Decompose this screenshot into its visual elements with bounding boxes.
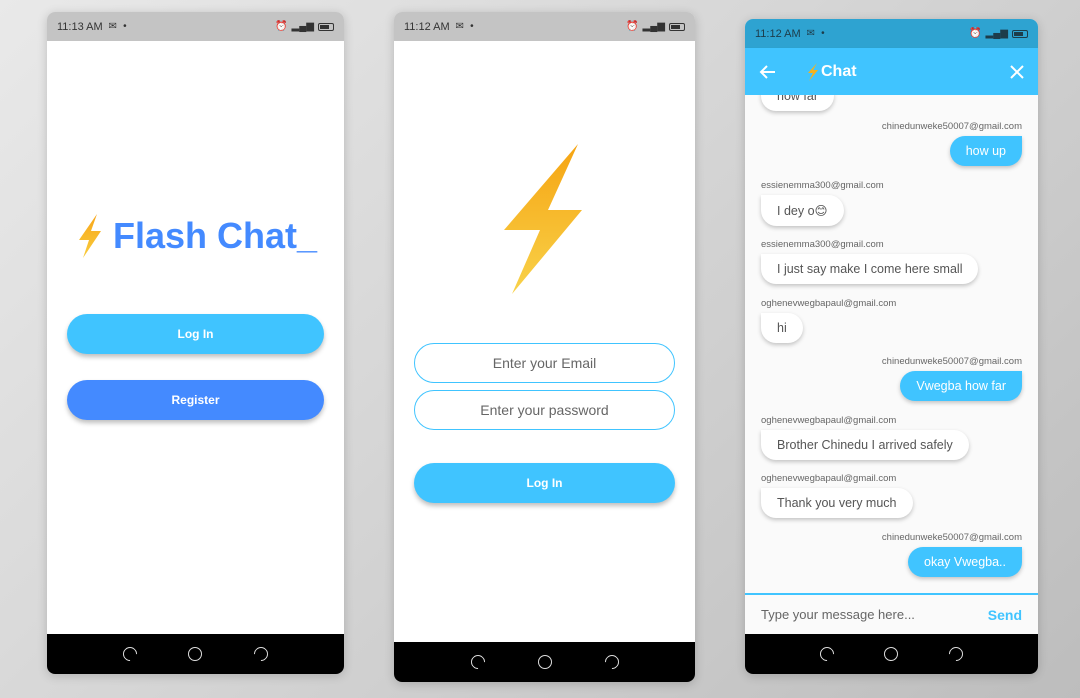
lightning-bolt-icon <box>808 62 818 81</box>
status-time: 11:12 AM <box>404 20 450 33</box>
status-time: 11:13 AM <box>57 20 103 33</box>
message-item: how far <box>761 95 834 111</box>
battery-icon <box>669 22 685 31</box>
welcome-screen: 11:13 AM ✉ • ⏰ ▂▄▆ Flash Chat_ Log In Re… <box>47 12 344 674</box>
status-bar: 11:12 AM ✉ • ⏰ ▂▄▆ <box>745 19 1038 48</box>
signal-icon: ▂▄▆ <box>642 21 665 32</box>
message-bubble: how far <box>761 95 834 111</box>
message-sender: chinedunweke50007@gmail.com <box>881 121 1022 132</box>
system-nav-bar <box>47 634 344 674</box>
app-title: Flash Chat_ <box>113 215 318 256</box>
message-sender: oghenevwegbapaul@gmail.com <box>761 415 897 426</box>
recent-apps-icon[interactable] <box>467 652 488 672</box>
message-composer: Type your message here... Send <box>745 593 1038 634</box>
notification-dot-icon: • <box>123 21 127 32</box>
mail-icon: ✉ <box>806 28 816 39</box>
message-item: chinedunweke50007@gmail.com how up <box>882 121 1022 166</box>
message-bubble: okay Vwegba.. <box>908 547 1022 577</box>
register-button[interactable]: Register <box>67 380 324 420</box>
message-bubble: Brother Chinedu I arrived safely <box>761 430 969 460</box>
message-item: oghenevwegbapaul@gmail.com Thank you ver… <box>761 473 913 518</box>
mail-icon: ✉ <box>108 21 118 32</box>
back-nav-icon[interactable] <box>251 644 272 664</box>
battery-icon <box>318 22 334 31</box>
message-bubble: hi <box>761 313 803 343</box>
message-sender: essienemma300@gmail.com <box>761 180 884 191</box>
status-bar: 11:12 AM ✉ • ⏰ ▂▄▆ <box>394 12 695 41</box>
message-item: chinedunweke50007@gmail.com Vwegba how f… <box>882 356 1022 401</box>
battery-icon <box>1012 29 1028 38</box>
message-list[interactable]: how far chinedunweke50007@gmail.com how … <box>745 95 1038 593</box>
back-nav-icon[interactable] <box>945 644 966 664</box>
password-field[interactable]: Enter your password <box>414 390 675 430</box>
message-sender: chinedunweke50007@gmail.com <box>881 356 1022 367</box>
status-bar: 11:13 AM ✉ • ⏰ ▂▄▆ <box>47 12 344 41</box>
chat-screen: 11:12 AM ✉ • ⏰ ▂▄▆ Chat how far chinedun… <box>745 19 1038 674</box>
message-bubble: Thank you very much <box>761 488 913 518</box>
app-bar: Chat <box>745 48 1038 95</box>
mail-icon: ✉ <box>455 21 465 32</box>
message-sender: chinedunweke50007@gmail.com <box>881 532 1022 543</box>
message-sender: oghenevwegbapaul@gmail.com <box>761 473 897 484</box>
message-bubble: I dey o😊 <box>761 195 844 226</box>
status-time: 11:12 AM <box>755 27 801 40</box>
message-item: chinedunweke50007@gmail.com okay Vwegba.… <box>882 532 1022 577</box>
message-item: essienemma300@gmail.com I just say make … <box>761 239 979 284</box>
home-icon[interactable] <box>188 647 203 661</box>
alarm-icon: ⏰ <box>969 28 982 39</box>
login-screen: 11:12 AM ✉ • ⏰ ▂▄▆ Enter your Email Ente… <box>394 12 695 682</box>
message-item: oghenevwegbapaul@gmail.com hi <box>761 298 896 343</box>
back-nav-icon[interactable] <box>601 652 622 672</box>
message-sender: oghenevwegbapaul@gmail.com <box>761 298 897 309</box>
message-bubble: Vwegba how far <box>900 371 1022 401</box>
message-bubble: I just say make I come here small <box>761 254 979 284</box>
home-icon[interactable] <box>884 647 899 661</box>
system-nav-bar <box>745 634 1038 674</box>
chat-title: Chat <box>807 62 857 81</box>
notification-dot-icon: • <box>470 21 474 32</box>
home-icon[interactable] <box>537 655 552 669</box>
system-nav-bar <box>394 642 695 682</box>
recent-apps-icon[interactable] <box>119 644 140 664</box>
message-item: oghenevwegbapaul@gmail.com Brother Chine… <box>761 415 969 460</box>
recent-apps-icon[interactable] <box>817 644 838 664</box>
chat-title-text: Chat <box>821 62 857 80</box>
alarm-icon: ⏰ <box>275 21 288 32</box>
message-sender: essienemma300@gmail.com <box>761 239 884 250</box>
login-button[interactable]: Log In <box>67 314 324 354</box>
message-item: essienemma300@gmail.com I dey o😊 <box>761 180 884 226</box>
login-button[interactable]: Log In <box>414 463 675 503</box>
lightning-bolt-icon <box>504 144 582 294</box>
signal-icon: ▂▄▆ <box>291 21 314 32</box>
app-logo-title: Flash Chat_ <box>77 214 317 258</box>
signal-icon: ▂▄▆ <box>985 28 1008 39</box>
send-button[interactable]: Send <box>988 607 1022 623</box>
notification-dot-icon: • <box>821 28 825 39</box>
lightning-bolt-icon <box>79 214 101 258</box>
alarm-icon: ⏰ <box>626 21 639 32</box>
back-arrow-icon[interactable] <box>759 63 777 81</box>
message-bubble: how up <box>949 136 1022 166</box>
message-input[interactable]: Type your message here... <box>761 607 915 622</box>
close-icon[interactable] <box>1010 64 1024 79</box>
email-field[interactable]: Enter your Email <box>414 343 675 383</box>
